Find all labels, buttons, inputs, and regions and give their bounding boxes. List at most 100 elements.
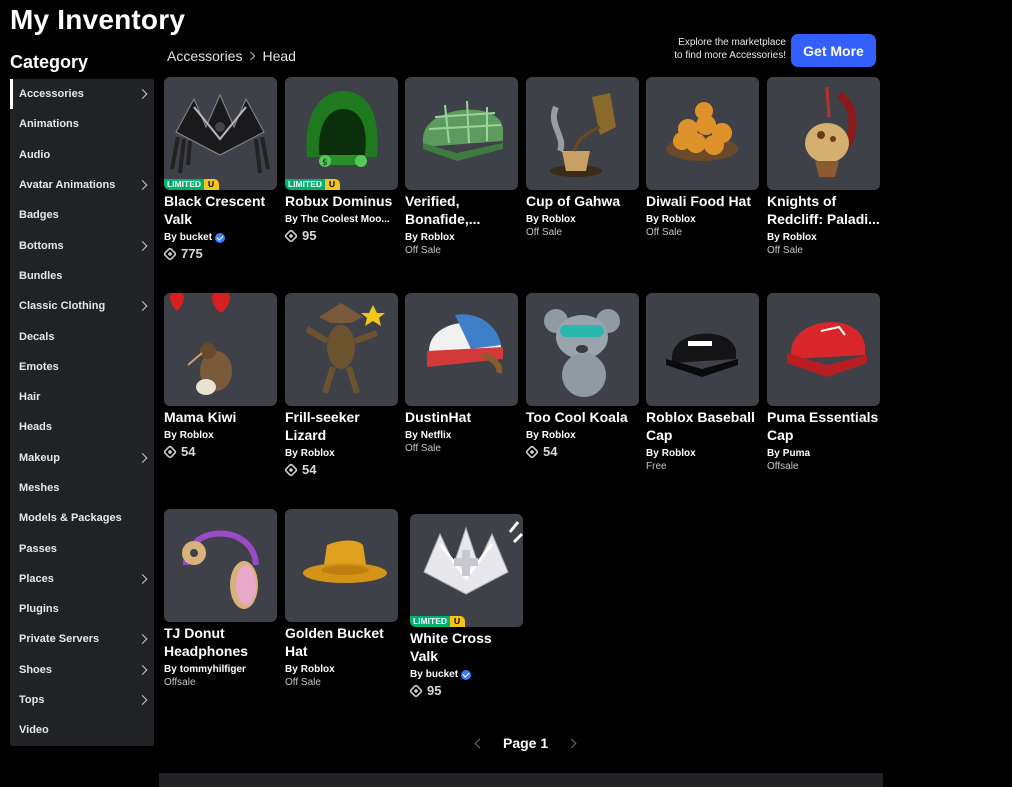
chevron-right-icon[interactable] (566, 738, 577, 748)
sidebar-item-animations[interactable]: Animations (10, 109, 154, 139)
item-name[interactable]: Verified, Bonafide,... (405, 192, 518, 228)
chevron-right-icon (137, 664, 148, 675)
creator-name[interactable]: Roblox (662, 448, 696, 459)
item-card[interactable]: DustinHat By Netflix Off Sale (405, 293, 518, 454)
sidebar-item-label: Heads (19, 421, 53, 434)
knight-helmet-thumbnail[interactable] (767, 77, 880, 190)
creator-name[interactable]: tommyhilfiger (180, 664, 246, 675)
sidebar-item-audio[interactable]: Audio (10, 140, 154, 170)
creator-name[interactable]: Roblox (421, 232, 455, 243)
sidebar-item-plugins[interactable]: Plugins (10, 594, 154, 624)
item-name[interactable]: Diwali Food Hat (646, 192, 759, 210)
trucker-cap-thumbnail[interactable] (405, 293, 518, 406)
item-name[interactable]: Roblox Baseball Cap (646, 408, 759, 444)
sidebar-item-emotes[interactable]: Emotes (10, 352, 154, 382)
creator-name[interactable]: bucket (180, 232, 212, 243)
white-cross-valk-thumbnail[interactable]: LIMITED U (410, 514, 523, 627)
creator-name[interactable]: Roblox (783, 232, 817, 243)
item-card[interactable]: Cup of Gahwa By Roblox Off Sale (526, 77, 639, 238)
creator-name[interactable]: bucket (426, 669, 458, 680)
bucket-hat-thumbnail[interactable] (285, 509, 398, 622)
sidebar-item-heads[interactable]: Heads (10, 412, 154, 442)
verified-badge-icon (215, 232, 226, 243)
sidebar-item-shoes[interactable]: Shoes (10, 655, 154, 685)
sidebar-item-video[interactable]: Video (10, 715, 154, 745)
red-cap-thumbnail[interactable] (767, 293, 880, 406)
item-card[interactable]: Frill-seeker Lizard By Roblox 54 (283, 293, 398, 477)
sidebar-item-meshes[interactable]: Meshes (10, 473, 154, 503)
sidebar-item-models-packages[interactable]: Models & Packages (10, 503, 154, 533)
item-name[interactable]: Cup of Gahwa (526, 192, 639, 210)
item-card[interactable]: Roblox Baseball Cap By Roblox Free (646, 293, 759, 472)
black-baseball-cap-thumbnail[interactable] (646, 293, 759, 406)
sidebar-item-bundles[interactable]: Bundles (10, 261, 154, 291)
item-card[interactable]: Verified, Bonafide,... By Roblox Off Sale (405, 77, 518, 256)
plaid-cap-thumbnail[interactable] (405, 77, 518, 190)
coffee-pot-thumbnail[interactable] (526, 77, 639, 190)
sidebar-item-badges[interactable]: Badges (10, 200, 154, 230)
creator-name[interactable]: Roblox (301, 664, 335, 675)
sidebar-item-decals[interactable]: Decals (10, 321, 154, 351)
kiwi-bird-thumbnail[interactable] (164, 293, 277, 406)
item-price: 95 (408, 683, 523, 698)
item-card[interactable]: Too Cool Koala By Roblox 54 (524, 293, 639, 459)
item-card[interactable]: Puma Essentials Cap By Puma Offsale (767, 293, 880, 472)
item-card[interactable]: LIMITED U Black Crescent Valk By bucket 775 (162, 77, 277, 261)
sidebar-item-classic-clothing[interactable]: Classic Clothing (10, 291, 154, 321)
chevron-right-icon (137, 89, 148, 100)
sidebar-item-bottoms[interactable]: Bottoms (10, 230, 154, 260)
lizard-thumbnail[interactable] (285, 293, 398, 406)
creator-name[interactable]: Roblox (662, 214, 696, 225)
black-crescent-valk-thumbnail[interactable]: LIMITED U (164, 77, 277, 190)
item-card[interactable]: $ LIMITED U Robux Dominus By The Coolest Moo.… (283, 77, 398, 243)
sidebar-item-passes[interactable]: Passes (10, 533, 154, 563)
koala-thumbnail[interactable] (526, 293, 639, 406)
creator-name[interactable]: The Coolest Moo... (301, 214, 390, 225)
creator-name[interactable]: Netflix (421, 430, 452, 441)
sidebar-item-avatar-animations[interactable]: Avatar Animations (10, 170, 154, 200)
creator-name[interactable]: Roblox (180, 430, 214, 441)
creator-name[interactable]: Roblox (301, 448, 335, 459)
creator-name[interactable]: Puma (783, 448, 810, 459)
creator-name[interactable]: Roblox (542, 214, 576, 225)
item-name[interactable]: TJ Donut Headphones (164, 624, 277, 660)
creator-name[interactable]: Roblox (542, 430, 576, 441)
item-card[interactable]: TJ Donut Headphones By tommyhilfiger Offsal… (164, 509, 277, 688)
sidebar-item-private-servers[interactable]: Private Servers (10, 624, 154, 654)
category-sidebar: Accessories Animations Audio Avatar Animati… (10, 79, 154, 746)
sidebar-item-accessories[interactable]: Accessories (10, 79, 154, 110)
sidebar-item-places[interactable]: Places (10, 564, 154, 594)
sidebar-item-hair[interactable]: Hair (10, 382, 154, 412)
get-more-button[interactable]: Get More (791, 34, 876, 67)
item-creator: By Roblox (526, 214, 639, 225)
breadcrumb-parent[interactable]: Accessories (167, 48, 242, 64)
robux-icon (162, 246, 178, 261)
item-name[interactable]: Frill-seeker Lizard (285, 408, 398, 444)
sidebar-item-tops[interactable]: Tops (10, 685, 154, 715)
sidebar-item-label: Places (19, 572, 54, 585)
sidebar-item-makeup[interactable]: Makeup (10, 443, 154, 473)
item-card[interactable]: Golden Bucket Hat By Roblox Off Sale (285, 509, 398, 688)
item-card[interactable]: Diwali Food Hat By Roblox Off Sale (646, 77, 759, 238)
item-card[interactable]: Mama Kiwi By Roblox 54 (162, 293, 277, 459)
item-creator: By Roblox (405, 232, 518, 243)
donut-headphones-thumbnail[interactable] (164, 509, 277, 622)
sidebar-item-label: Audio (19, 148, 51, 161)
item-name[interactable]: Puma Essentials Cap (767, 408, 880, 444)
sidebar-item-label: Bundles (19, 269, 63, 282)
item-name[interactable]: DustinHat (405, 408, 518, 426)
item-name[interactable]: Robux Dominus (285, 192, 398, 210)
item-name[interactable]: Golden Bucket Hat (285, 624, 398, 660)
item-name[interactable]: Knights of Redcliff: Paladi... (767, 192, 880, 228)
creator-prefix: By (405, 430, 418, 441)
robux-dominus-thumbnail[interactable]: $ LIMITED U (285, 77, 398, 190)
item-name[interactable]: Black Crescent Valk (164, 192, 277, 228)
item-card[interactable]: Knights of Redcliff: Paladi... By Roblox Of… (767, 77, 880, 256)
item-name[interactable]: Too Cool Koala (526, 408, 639, 426)
food-platter-thumbnail[interactable] (646, 77, 759, 190)
verified-badge-icon (461, 669, 472, 680)
item-card[interactable]: LIMITED U White Cross Valk By bucket 95 (408, 514, 523, 698)
chevron-left-icon[interactable] (474, 738, 485, 748)
item-name[interactable]: White Cross Valk (410, 629, 523, 665)
item-name[interactable]: Mama Kiwi (164, 408, 277, 426)
